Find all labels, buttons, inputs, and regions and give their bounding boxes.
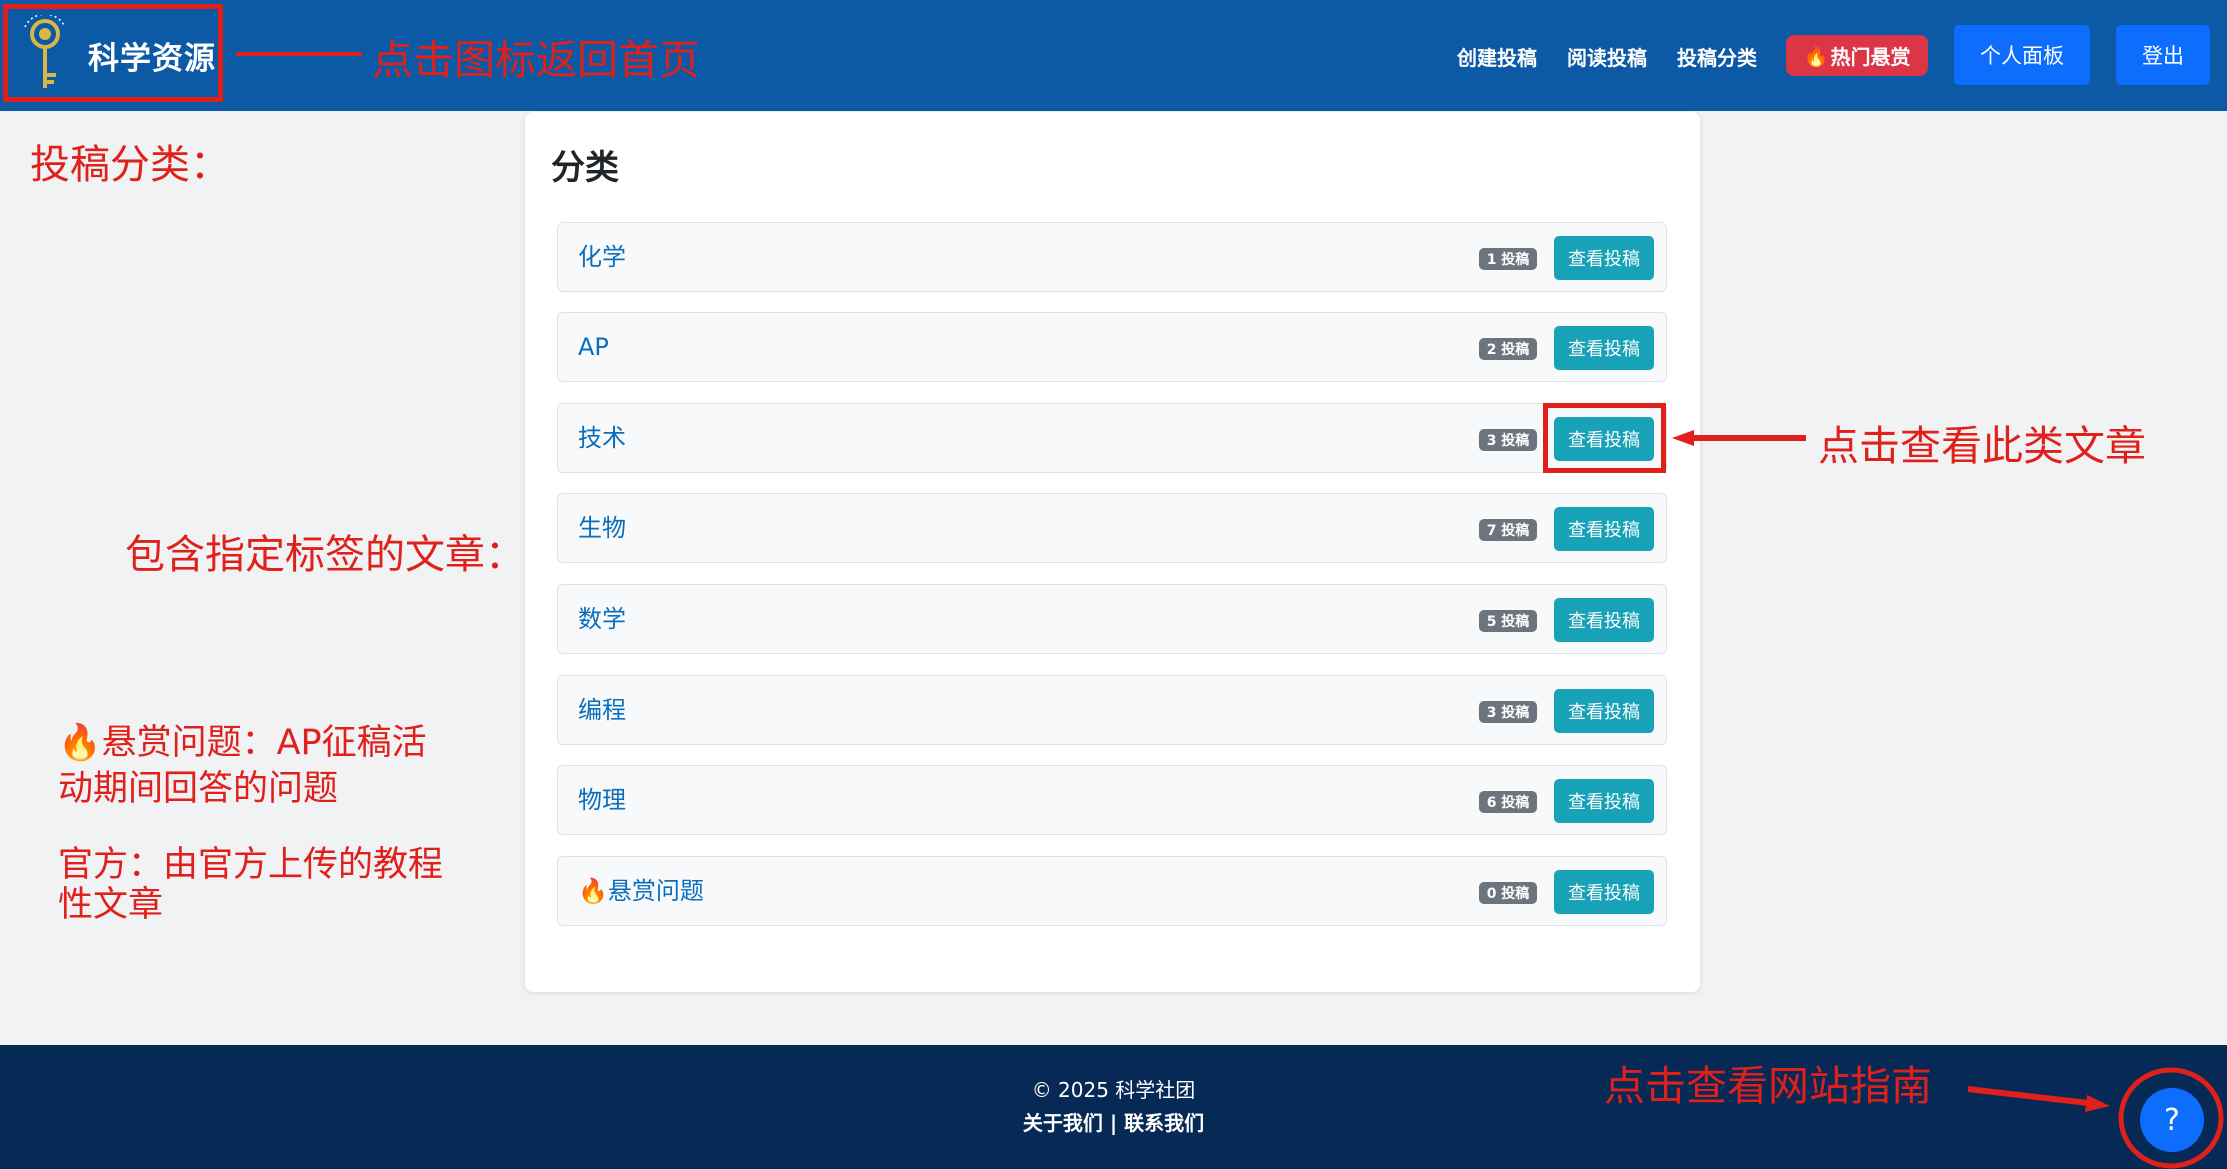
- category-link[interactable]: 编程: [578, 676, 626, 744]
- category-row-ap: AP 2 投稿 查看投稿: [557, 312, 1667, 382]
- annotation-guide-hint: 点击查看网站指南: [1604, 1062, 1932, 1110]
- annotation-view-hint: 点击查看此类文章: [1818, 422, 2146, 470]
- category-row-math: 数学 5 投稿 查看投稿: [557, 584, 1667, 654]
- page-title: 分类: [551, 148, 619, 188]
- hot-bounty-button[interactable]: 🔥 热门悬赏: [1786, 35, 1928, 76]
- view-submissions-button[interactable]: 查看投稿: [1554, 326, 1654, 370]
- annotation-tags-heading: 包含指定标签的文章：: [125, 532, 525, 578]
- submission-count-badge: 7 投稿: [1479, 519, 1537, 541]
- annotation-logo-box: [3, 4, 223, 102]
- submission-count-badge: 1 投稿: [1479, 248, 1537, 270]
- nav-submission-categories[interactable]: 投稿分类: [1677, 42, 1757, 71]
- hot-bounty-label: 热门悬赏: [1830, 45, 1911, 69]
- category-row-chemistry: 化学 1 投稿 查看投稿: [557, 222, 1667, 292]
- nav-create-submission[interactable]: 创建投稿: [1457, 42, 1537, 71]
- fire-icon: 🔥: [58, 723, 102, 763]
- category-label: 悬赏问题: [607, 877, 704, 905]
- annotation-view-button-box: [1543, 403, 1666, 473]
- view-submissions-button[interactable]: 查看投稿: [1554, 870, 1654, 914]
- category-link[interactable]: 化学: [578, 223, 626, 291]
- category-row-physics: 物理 6 投稿 查看投稿: [557, 765, 1667, 835]
- submission-count-badge: 5 投稿: [1479, 610, 1537, 632]
- annotation-official-line2: 性文章: [58, 885, 164, 925]
- category-row-programming: 编程 3 投稿 查看投稿: [557, 675, 1667, 745]
- annotation-logo-hint: 点击图标返回首页: [372, 36, 700, 84]
- fire-icon: 🔥: [1803, 43, 1829, 68]
- category-link[interactable]: 生物: [578, 494, 626, 562]
- dashboard-button[interactable]: 个人面板: [1954, 25, 2090, 85]
- view-submissions-button[interactable]: 查看投稿: [1554, 779, 1654, 823]
- view-submissions-button[interactable]: 查看投稿: [1554, 598, 1654, 642]
- annotation-bounty-line2: 动期间回答的问题: [58, 769, 339, 809]
- nav-read-submissions[interactable]: 阅读投稿: [1567, 42, 1647, 71]
- annotation-categories-heading: 投稿分类：: [30, 142, 230, 188]
- submission-count-badge: 0 投稿: [1479, 882, 1537, 904]
- category-link[interactable]: 技术: [578, 404, 626, 472]
- category-link[interactable]: 数学: [578, 585, 626, 653]
- logout-button[interactable]: 登出: [2116, 25, 2210, 85]
- view-submissions-button[interactable]: 查看投稿: [1554, 689, 1654, 733]
- submission-count-badge: 2 投稿: [1479, 338, 1537, 360]
- category-row-bounty: 🔥悬赏问题 0 投稿 查看投稿: [557, 856, 1667, 926]
- category-link[interactable]: 物理: [578, 766, 626, 834]
- submission-count-badge: 3 投稿: [1479, 701, 1537, 723]
- category-row-technology: 技术 3 投稿 查看投稿: [557, 403, 1667, 473]
- view-submissions-button[interactable]: 查看投稿: [1554, 507, 1654, 551]
- help-guide-button[interactable]: ?: [2140, 1088, 2204, 1152]
- submission-count-badge: 6 投稿: [1479, 791, 1537, 813]
- submission-count-badge: 3 投稿: [1479, 429, 1537, 451]
- view-submissions-button[interactable]: 查看投稿: [1554, 236, 1654, 280]
- category-link[interactable]: AP: [578, 313, 609, 381]
- category-link[interactable]: 🔥悬赏问题: [578, 857, 704, 925]
- fire-icon: 🔥: [578, 877, 608, 905]
- category-row-biology: 生物 7 投稿 查看投稿: [557, 493, 1667, 563]
- annotation-bounty-line1: 🔥悬赏问题：AP征稿活: [58, 723, 427, 763]
